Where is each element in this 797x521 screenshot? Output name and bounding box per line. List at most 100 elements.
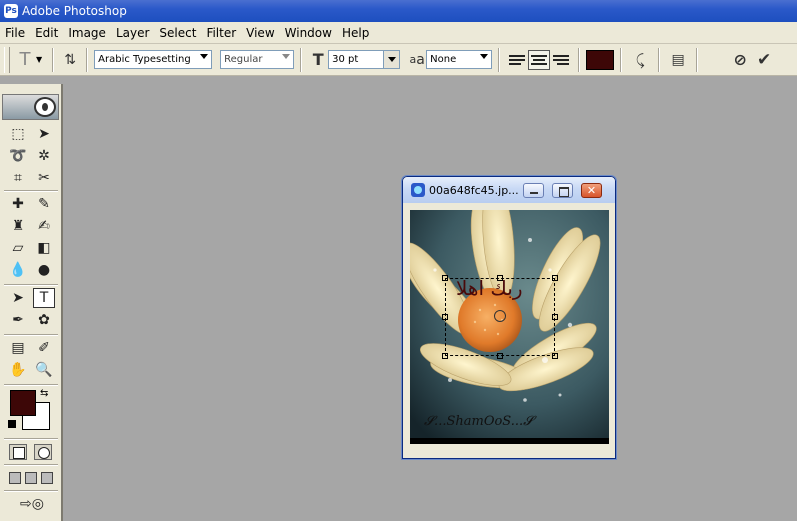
antialias-icon: aa: [409, 51, 425, 68]
rotation-center-icon[interactable]: [494, 310, 506, 322]
transform-handle[interactable]: [552, 314, 558, 320]
separator: [498, 47, 501, 72]
type-tool-icon[interactable]: T: [33, 288, 55, 308]
document-icon: [411, 183, 425, 197]
eraser-tool-icon[interactable]: ▱: [7, 238, 29, 258]
notes-tool-icon[interactable]: ▤: [7, 338, 29, 358]
minimize-button[interactable]: [523, 183, 544, 198]
options-bar: T ▼ ⇅ Arabic Typesetting Regular T 30 pt…: [0, 44, 797, 76]
menu-file[interactable]: File: [0, 26, 30, 40]
warp-text-icon[interactable]: ⤹: [628, 49, 652, 71]
toolbox-divider: [4, 464, 58, 466]
blur-tool-icon[interactable]: 💧: [7, 260, 29, 280]
separator: [578, 47, 581, 72]
separator: [696, 47, 699, 72]
palettes-icon[interactable]: ▤: [666, 49, 690, 71]
dodge-tool-icon[interactable]: ●: [33, 260, 55, 280]
brush-tool-icon[interactable]: ✎: [33, 194, 55, 214]
full-screen-mode-button[interactable]: [41, 472, 53, 484]
app-titlebar: Ps Adobe Photoshop: [0, 0, 797, 22]
separator: [300, 47, 303, 72]
magic-wand-tool-icon[interactable]: ✲: [33, 146, 55, 166]
align-right-button[interactable]: [550, 50, 572, 70]
transform-handle[interactable]: [442, 275, 448, 281]
align-left-button[interactable]: [506, 50, 528, 70]
cancel-icon[interactable]: ⊘: [728, 49, 752, 71]
separator: [52, 47, 55, 72]
default-colors-icon[interactable]: [8, 420, 16, 428]
transform-handle[interactable]: [552, 353, 558, 359]
document-canvas[interactable]: ربك اهلا 𝓢...ShamOoS...𝓢: [410, 210, 609, 444]
maximize-button[interactable]: [552, 183, 573, 198]
font-family-value: Arabic Typesetting: [98, 54, 191, 65]
align-center-button[interactable]: [528, 49, 551, 70]
toolbox-divider: [4, 384, 58, 386]
slice-tool-icon[interactable]: ✂: [33, 168, 55, 188]
standard-mode-button[interactable]: [9, 444, 27, 460]
menu-window[interactable]: Window: [280, 26, 337, 40]
separator: [658, 47, 661, 72]
hand-tool-icon[interactable]: ✋: [7, 360, 29, 380]
history-brush-tool-icon[interactable]: ✍: [33, 216, 55, 236]
type-tool-preset-label: T: [19, 49, 31, 70]
font-size-select[interactable]: 30 pt: [328, 50, 401, 69]
toolbox-divider: [4, 490, 58, 492]
toolbox-divider: [4, 438, 58, 440]
separator: [86, 47, 89, 72]
antialias-icon-label: a: [416, 51, 425, 68]
full-screen-menu-mode-button[interactable]: [25, 472, 37, 484]
transform-handle[interactable]: [497, 353, 503, 359]
healing-brush-tool-icon[interactable]: ✚: [7, 194, 29, 214]
lasso-tool-icon[interactable]: ➰: [7, 146, 29, 166]
app-title: Adobe Photoshop: [22, 4, 127, 18]
quick-mask-mode-button[interactable]: [34, 444, 52, 460]
pen-tool-icon[interactable]: ✒: [7, 310, 29, 330]
font-size-value: 30 pt: [332, 54, 359, 65]
font-size-icon: T: [312, 50, 324, 69]
close-button[interactable]: ✕: [581, 183, 602, 198]
signature-watermark: 𝓢...ShamOoS...𝓢: [424, 414, 534, 429]
gradient-tool-icon[interactable]: ◧: [33, 238, 55, 258]
move-tool-icon[interactable]: ➤: [33, 124, 55, 144]
antialias-value: None: [430, 54, 457, 65]
menu-image[interactable]: Image: [63, 26, 111, 40]
preset-caret-icon[interactable]: ▼: [36, 55, 42, 64]
menu-edit[interactable]: Edit: [30, 26, 63, 40]
transform-handle[interactable]: [497, 275, 503, 281]
eyedropper-tool-icon[interactable]: ✐: [33, 338, 55, 358]
clone-stamp-tool-icon[interactable]: ♜: [7, 216, 29, 236]
document-title: 00a648fc45.jp...: [429, 183, 519, 197]
transform-handle[interactable]: [442, 353, 448, 359]
adobe-online-icon[interactable]: [34, 97, 56, 117]
document-window: 00a648fc45.jp... ✕ ربك اهلا 𝓢...ShamOoS.…: [401, 175, 617, 460]
font-family-select[interactable]: Arabic Typesetting: [94, 50, 213, 69]
toolbox-header[interactable]: [2, 94, 59, 120]
menu-select[interactable]: Select: [154, 26, 201, 40]
transform-handle[interactable]: [442, 314, 448, 320]
text-color-swatch[interactable]: [586, 49, 615, 70]
font-style-value: Regular: [224, 54, 263, 65]
marquee-tool-icon[interactable]: ⬚: [7, 124, 29, 144]
crop-tool-icon[interactable]: ⌗: [7, 168, 29, 188]
text-orientation-icon[interactable]: ⇅: [60, 49, 80, 71]
custom-shape-tool-icon[interactable]: ✿: [33, 310, 55, 330]
commit-icon[interactable]: ✔: [752, 49, 776, 71]
antialias-select[interactable]: None: [426, 50, 493, 69]
zoom-tool-icon[interactable]: 🔍: [33, 360, 55, 380]
toolbox-divider: [4, 334, 58, 336]
toolbox-divider: [4, 284, 58, 286]
jump-to-imageready-icon[interactable]: ⇨◎: [8, 494, 56, 514]
path-selection-tool-icon[interactable]: ➤: [7, 288, 29, 308]
swap-colors-icon[interactable]: ⇆: [40, 388, 48, 399]
menu-layer[interactable]: Layer: [111, 26, 154, 40]
foreground-color-swatch[interactable]: [10, 390, 36, 416]
toolbox-divider: [4, 190, 58, 192]
toolbox: ⬚ ➤ ➰ ✲ ⌗ ✂ ✚ ✎ ♜ ✍ ▱ ◧ 💧 ● ➤ T ✒ ✿ ▤ ✐ …: [0, 84, 63, 521]
menu-help[interactable]: Help: [337, 26, 374, 40]
transform-handle[interactable]: [552, 275, 558, 281]
standard-screen-mode-button[interactable]: [9, 472, 21, 484]
font-style-select[interactable]: Regular: [220, 50, 295, 69]
menubar: File Edit Image Layer Select Filter View…: [0, 22, 797, 44]
menu-filter[interactable]: Filter: [201, 26, 241, 40]
menu-view[interactable]: View: [241, 26, 279, 40]
